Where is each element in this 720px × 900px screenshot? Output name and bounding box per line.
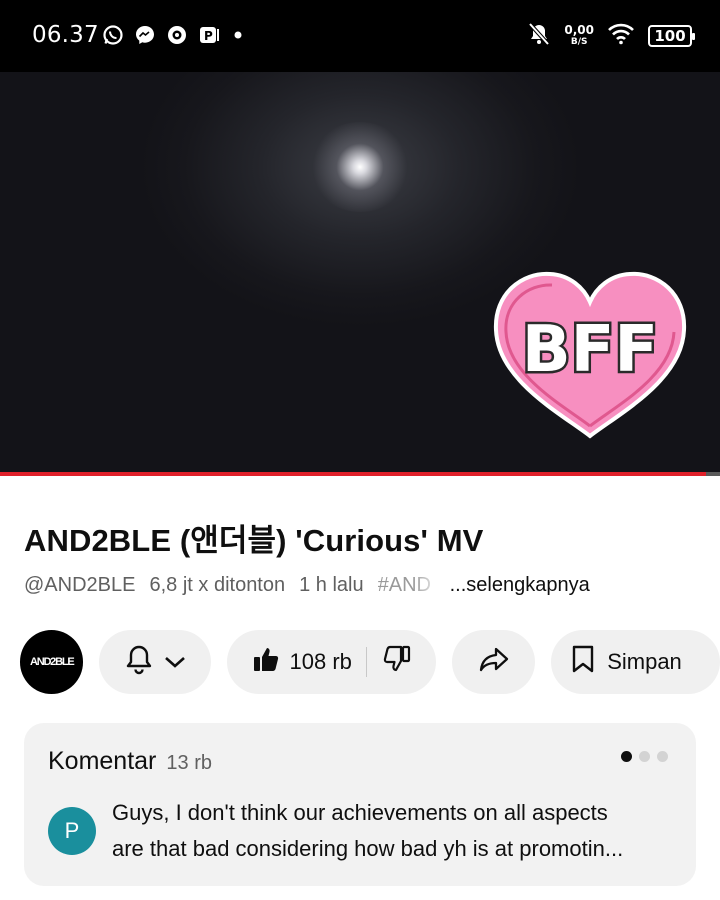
status-time: 06.37 bbox=[32, 22, 99, 48]
bookmark-icon bbox=[571, 645, 595, 679]
notification-dot-icon bbox=[230, 24, 246, 46]
share-button[interactable] bbox=[451, 630, 536, 694]
show-more-link[interactable]: ...selengkapnya bbox=[450, 574, 590, 597]
app-icon bbox=[166, 24, 188, 46]
save-button[interactable]: Simpan bbox=[551, 630, 720, 694]
pager-dot bbox=[639, 751, 650, 762]
thumbs-up-icon bbox=[252, 645, 280, 679]
status-bar: 06.37 P 0,00 B/S 100 bbox=[0, 0, 720, 72]
channel-avatar[interactable]: AND2BLE bbox=[20, 630, 84, 694]
video-progress-bar[interactable] bbox=[0, 472, 720, 476]
net-speed-unit: B/S bbox=[570, 37, 588, 47]
svg-text:P: P bbox=[204, 29, 213, 43]
comments-count: 13 rb bbox=[166, 752, 212, 774]
bell-icon bbox=[124, 643, 154, 681]
pager-dot bbox=[657, 751, 668, 762]
battery-indicator: 100 bbox=[648, 25, 695, 47]
save-label: Simpan bbox=[607, 649, 682, 674]
share-icon bbox=[479, 645, 509, 679]
view-count: 6,8 jt x ditonton bbox=[149, 574, 286, 596]
top-comment-text: Guys, I don't think our achievements on … bbox=[112, 795, 672, 867]
subscription-bell-button[interactable] bbox=[99, 630, 211, 694]
channel-handle[interactable]: @AND2BLE bbox=[24, 574, 135, 597]
comment-line-1: Guys, I don't think our achievements on … bbox=[112, 800, 608, 825]
bff-heart-sticker: BFF bbox=[493, 271, 687, 439]
notification-icons: P bbox=[102, 24, 246, 46]
hashtag-link[interactable]: #AND bbox=[378, 574, 442, 597]
sticker-text: BFF bbox=[522, 313, 658, 387]
dislike-button[interactable] bbox=[367, 645, 411, 679]
network-speed: 0,00 B/S bbox=[564, 24, 594, 48]
commenter-avatar: P bbox=[48, 807, 96, 855]
action-row: AND2BLE 108 rb Simpan bbox=[20, 630, 720, 694]
like-count: 108 rb bbox=[289, 649, 352, 674]
chevron-down-icon bbox=[164, 649, 186, 675]
like-dislike-group: 108 rb bbox=[226, 630, 436, 694]
net-speed-value: 0,00 bbox=[564, 23, 594, 37]
comments-label: Komentar bbox=[48, 747, 157, 775]
comments-section[interactable]: Komentar 13 rb P Guys, I don't think our… bbox=[24, 723, 696, 886]
comments-header: Komentar 13 rb bbox=[48, 747, 212, 776]
video-title: AND2BLE (앤더블) 'Curious' MV bbox=[24, 523, 484, 558]
video-meta-row[interactable]: @AND2BLE 6,8 jt x ditonton 1 h lalu #AND… bbox=[24, 574, 704, 597]
video-frame-light bbox=[310, 122, 410, 212]
thumbs-down-icon bbox=[383, 645, 411, 679]
parking-app-icon: P bbox=[198, 24, 220, 46]
video-player[interactable]: BFF bbox=[0, 72, 720, 474]
messenger-icon bbox=[134, 24, 156, 46]
system-icons: 0,00 B/S 100 bbox=[528, 22, 695, 50]
upload-age: 1 h lalu bbox=[299, 574, 364, 596]
comment-line-2: are that bad considering how bad yh is a… bbox=[112, 836, 624, 861]
bell-muted-icon bbox=[528, 22, 550, 50]
whatsapp-icon bbox=[102, 24, 124, 46]
like-button[interactable]: 108 rb bbox=[252, 645, 366, 679]
wifi-icon bbox=[608, 23, 634, 49]
comment-pager-dots bbox=[621, 751, 668, 762]
video-details-sheet: AND2BLE (앤더블) 'Curious' MV @AND2BLE 6,8 … bbox=[0, 478, 720, 900]
pager-dot-active bbox=[621, 751, 632, 762]
video-progress-fill bbox=[0, 472, 706, 476]
